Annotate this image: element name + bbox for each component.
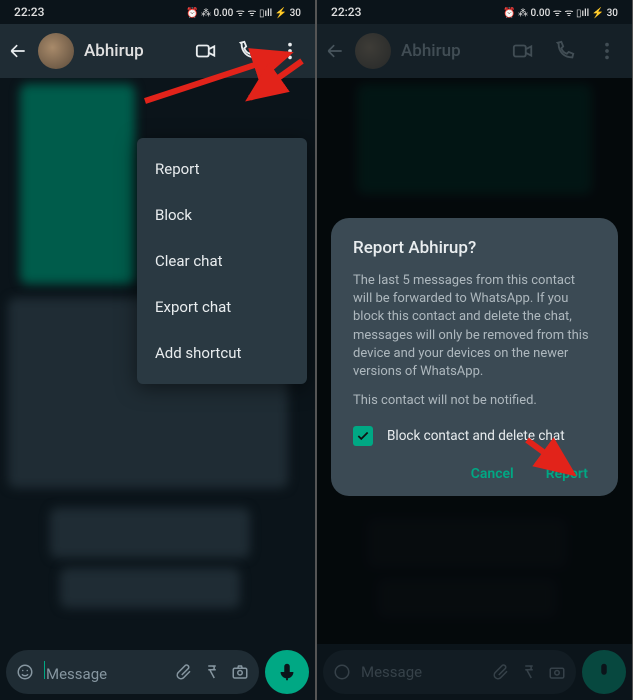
chat-body: Report Block Clear chat Export chat Add …: [0, 78, 315, 644]
cancel-button[interactable]: Cancel: [471, 466, 514, 482]
header-actions: [195, 40, 307, 62]
status-bar: 22:23 ⏰ ⁂ 0.00 ᯤ ᯤ ▯ıll ⚡ 30: [317, 0, 632, 24]
mic-button[interactable]: [265, 650, 309, 694]
menu-item-export-chat[interactable]: Export chat: [137, 284, 307, 330]
voice-call-icon[interactable]: [237, 40, 259, 62]
status-indicators: ⏰ ⁂ 0.00 ᯤ ᯤ ▯ıll ⚡ 30: [186, 5, 301, 19]
message-bubble: [60, 568, 240, 608]
video-call-icon[interactable]: [512, 40, 534, 62]
contact-name[interactable]: Abhirup: [401, 41, 502, 61]
dialog-body: The last 5 messages from this contact wi…: [353, 272, 596, 381]
menu-item-clear-chat[interactable]: Clear chat: [137, 238, 307, 284]
status-indicators: ⏰ ⁂ 0.00 ᯤ ᯤ ▯ıll ⚡ 30: [503, 5, 618, 19]
chat-body: Report Abhirup? The last 5 messages from…: [317, 78, 632, 644]
status-time: 22:23: [331, 5, 361, 19]
status-bar: 22:23 ⏰ ⁂ 0.00 ᯤ ᯤ ▯ıll ⚡ 30: [0, 0, 315, 24]
back-button[interactable]: [325, 41, 345, 61]
menu-item-block[interactable]: Block: [137, 192, 307, 238]
overflow-menu: Report Block Clear chat Export chat Add …: [137, 138, 307, 384]
avatar[interactable]: [355, 33, 391, 69]
chat-header: Abhirup: [317, 24, 632, 78]
mic-button[interactable]: [582, 650, 626, 694]
header-actions: [512, 40, 624, 62]
chat-header: Abhirup: [0, 24, 315, 78]
input-bar: Message: [317, 644, 632, 700]
menu-item-report[interactable]: Report: [137, 146, 307, 192]
contact-name[interactable]: Abhirup: [84, 41, 185, 61]
report-button[interactable]: Report: [546, 466, 588, 482]
dialog-note: This contact will not be notified.: [353, 393, 596, 408]
attach-icon[interactable]: [492, 663, 510, 681]
message-bubble: [50, 508, 250, 558]
message-input[interactable]: Message: [323, 650, 576, 694]
dialog-title: Report Abhirup?: [353, 238, 596, 258]
dialog-actions: Cancel Report: [353, 466, 596, 482]
status-time: 22:23: [14, 5, 44, 19]
checkbox-icon[interactable]: [353, 426, 373, 446]
input-placeholder: Message: [44, 661, 165, 683]
phone-screen-left: 22:23 ⏰ ⁂ 0.00 ᯤ ᯤ ▯ıll ⚡ 30 Abhirup Rep…: [0, 0, 315, 700]
menu-item-add-shortcut[interactable]: Add shortcut: [137, 330, 307, 376]
phone-screen-right: 22:23 ⏰ ⁂ 0.00 ᯤ ᯤ ▯ıll ⚡ 30 Abhirup Rep…: [317, 0, 632, 700]
emoji-icon[interactable]: [333, 663, 351, 681]
more-options-icon[interactable]: [279, 40, 301, 62]
input-placeholder: Message: [361, 663, 482, 681]
message-bubble: [20, 84, 135, 284]
checkbox-row[interactable]: Block contact and delete chat: [353, 426, 596, 446]
checkbox-label: Block contact and delete chat: [387, 428, 565, 444]
camera-icon[interactable]: [231, 663, 249, 681]
emoji-icon[interactable]: [16, 663, 34, 681]
payment-icon[interactable]: [203, 663, 221, 681]
camera-icon[interactable]: [548, 663, 566, 681]
voice-call-icon[interactable]: [554, 40, 576, 62]
input-bar: Message: [0, 644, 315, 700]
payment-icon[interactable]: [520, 663, 538, 681]
message-input[interactable]: Message: [6, 650, 259, 694]
attach-icon[interactable]: [175, 663, 193, 681]
avatar[interactable]: [38, 33, 74, 69]
back-button[interactable]: [8, 41, 28, 61]
report-dialog: Report Abhirup? The last 5 messages from…: [331, 218, 618, 496]
more-options-icon[interactable]: [596, 40, 618, 62]
video-call-icon[interactable]: [195, 40, 217, 62]
